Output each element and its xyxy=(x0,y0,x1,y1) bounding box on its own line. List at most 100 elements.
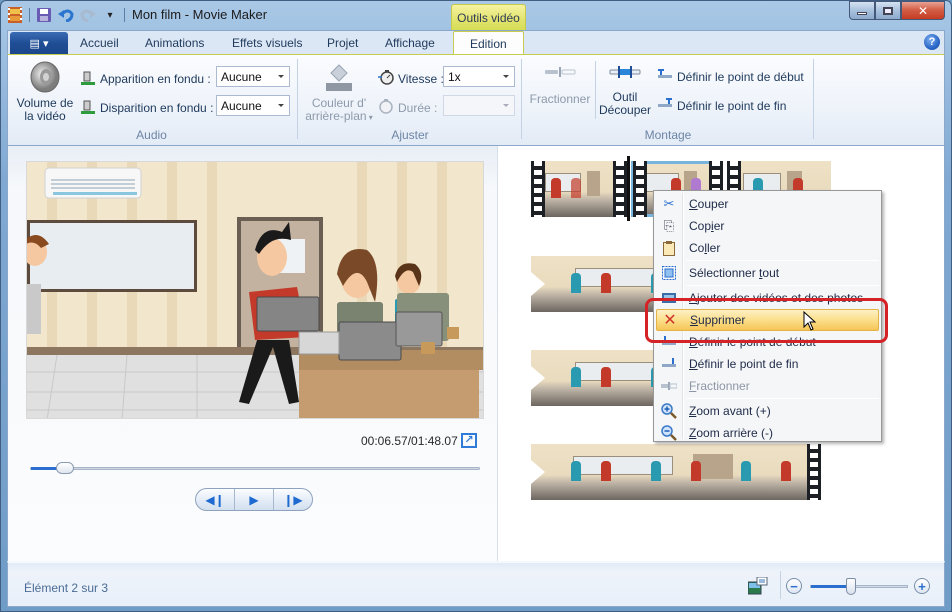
tab-edition[interactable]: Edition xyxy=(453,31,524,56)
duration-stopwatch-icon xyxy=(378,98,394,117)
status-separator xyxy=(780,571,781,599)
menu-item-label: Couper xyxy=(689,197,729,211)
row-continuation-notch xyxy=(531,460,545,484)
moviemaker-app-icon[interactable] xyxy=(7,7,23,23)
trim-tool-button[interactable]: Outil Découper xyxy=(599,65,651,117)
tab-projet[interactable]: Projet xyxy=(327,36,358,50)
seek-slider[interactable] xyxy=(30,462,480,474)
video-tools-contextual-header: Outils vidéo xyxy=(451,4,526,30)
split-label: Fractionner xyxy=(529,92,591,106)
zoom-slider[interactable] xyxy=(810,578,908,595)
next-frame-icon: ❙▶ xyxy=(283,492,303,507)
zoom-in-button[interactable]: + xyxy=(914,578,930,594)
chevron-down-icon: ▾ xyxy=(366,113,373,122)
chevron-down-icon xyxy=(278,104,284,107)
background-color-button[interactable]: Couleur d' arrière-plan ▾ xyxy=(304,61,374,124)
trim-icon xyxy=(609,65,641,79)
clip-thumbnail-figure xyxy=(571,178,581,198)
menu-item-definir-fin[interactable]: Définir le point de fin xyxy=(656,353,879,375)
qat-separator xyxy=(29,8,30,22)
fade-out-label: Disparition en fondu : xyxy=(100,100,214,115)
video-preview[interactable] xyxy=(26,161,484,419)
clip-thumbnail-figure xyxy=(601,367,611,387)
annotation-highlight-ring xyxy=(645,298,888,343)
duration-row: Durée : xyxy=(378,98,437,117)
speed-select[interactable]: 1x xyxy=(443,66,515,87)
set-end-icon xyxy=(656,358,682,370)
previous-frame-button[interactable]: ◀❙ xyxy=(196,489,235,510)
zoom-out-button[interactable]: − xyxy=(786,578,802,594)
quick-access-toolbar: ▾ xyxy=(7,5,125,25)
close-button[interactable]: ✕ xyxy=(901,1,945,20)
clip-1-end-marker xyxy=(613,161,627,217)
save-icon[interactable] xyxy=(36,7,52,23)
timecode: 00:06.57/01:48.07 xyxy=(361,434,458,448)
tab-affichage[interactable]: Affichage xyxy=(385,36,435,50)
minimize-button[interactable] xyxy=(849,1,875,20)
trim-label-line2: Découper xyxy=(599,103,652,117)
window-controls: ✕ xyxy=(849,1,945,20)
application-menu-button[interactable]: ▤ ▾ xyxy=(10,32,68,54)
clip-3-end-marker xyxy=(807,444,821,500)
chevron-down-icon xyxy=(503,75,509,78)
chevron-down-icon xyxy=(503,104,509,107)
seek-progress-fill xyxy=(31,467,59,470)
seek-thumb[interactable] xyxy=(56,462,75,474)
movie-maker-window: ▾ Mon film - Movie Maker Outils vidéo ✕ … xyxy=(0,0,952,612)
video-volume-button[interactable]: Volume de la vidéo xyxy=(14,61,76,123)
tab-accueil[interactable]: Accueil xyxy=(80,36,119,50)
clip-thumbnail-figure xyxy=(551,178,561,198)
menu-separator xyxy=(686,260,879,261)
clip-thumbnail-figure xyxy=(571,273,581,293)
group-separator xyxy=(297,59,298,139)
fade-in-value: Aucune xyxy=(221,70,262,84)
menu-item-copier[interactable]: ⎘ Copier xyxy=(656,215,879,237)
group-separator xyxy=(521,59,522,139)
timeline-row xyxy=(531,444,823,500)
tab-effets-visuels[interactable]: Effets visuels xyxy=(232,36,302,50)
duration-label: Durée : xyxy=(398,100,438,115)
play-button[interactable]: ▶ xyxy=(235,489,274,510)
fade-in-row: Apparition en fondu : xyxy=(80,69,211,88)
clip-thumbnail-figure xyxy=(601,273,611,293)
zoom-slider-fill xyxy=(811,585,852,588)
menu-item-coller[interactable]: Coller xyxy=(656,237,879,259)
zoom-slider-thumb[interactable] xyxy=(846,578,857,595)
redo-icon[interactable] xyxy=(80,7,96,23)
mouse-cursor-icon xyxy=(803,310,817,334)
fullscreen-icon: ↗ xyxy=(464,434,474,446)
previous-frame-icon: ◀❙ xyxy=(205,492,225,507)
thumbnail-size-icon[interactable] xyxy=(747,576,768,595)
copy-icon: ⎘ xyxy=(663,218,675,233)
clip-thumbnail-figure xyxy=(651,461,661,481)
select-all-icon xyxy=(656,266,682,280)
maximize-button[interactable] xyxy=(875,1,901,20)
speed-value: 1x xyxy=(448,70,461,84)
menu-item-selectionner-tout[interactable]: Sélectionner tout xyxy=(656,262,879,284)
menu-item-label: Coller xyxy=(689,241,721,255)
split-button[interactable]: Fractionner xyxy=(527,65,593,106)
menu-item-couper[interactable]: ✂ Couper xyxy=(656,193,879,215)
menu-separator xyxy=(686,398,879,399)
fade-out-row: Disparition en fondu : xyxy=(80,98,213,117)
ribbon-tabs: ▤ ▾ Accueil Animations Effets visuels Pr… xyxy=(7,30,945,56)
fullscreen-button[interactable]: ↗ xyxy=(461,433,477,448)
menu-item-zoom-avant[interactable]: Zoom avant (+) xyxy=(656,400,879,422)
chevron-down-icon xyxy=(278,75,284,78)
menu-item-zoom-arriere[interactable]: Zoom arrière (-) xyxy=(656,422,879,444)
fade-in-select[interactable]: Aucune xyxy=(216,66,290,87)
plus-icon: + xyxy=(918,578,926,594)
help-icon[interactable]: ? xyxy=(924,34,940,50)
fade-out-select[interactable]: Aucune xyxy=(216,95,290,116)
tab-animations[interactable]: Animations xyxy=(145,36,204,50)
playhead[interactable] xyxy=(627,156,630,221)
menu-item-fractionner[interactable]: Fractionner xyxy=(656,375,879,397)
clip-1-start-marker xyxy=(531,161,545,217)
customize-qat-icon[interactable]: ▾ xyxy=(102,7,118,23)
row-continuation-notch xyxy=(531,272,545,296)
undo-icon[interactable] xyxy=(58,7,74,23)
duration-select[interactable] xyxy=(443,95,515,116)
next-frame-button[interactable]: ❙▶ xyxy=(274,489,312,510)
set-start-point-button[interactable]: Définir le point de début xyxy=(657,69,804,84)
set-end-point-button[interactable]: Définir le point de fin xyxy=(657,98,786,113)
